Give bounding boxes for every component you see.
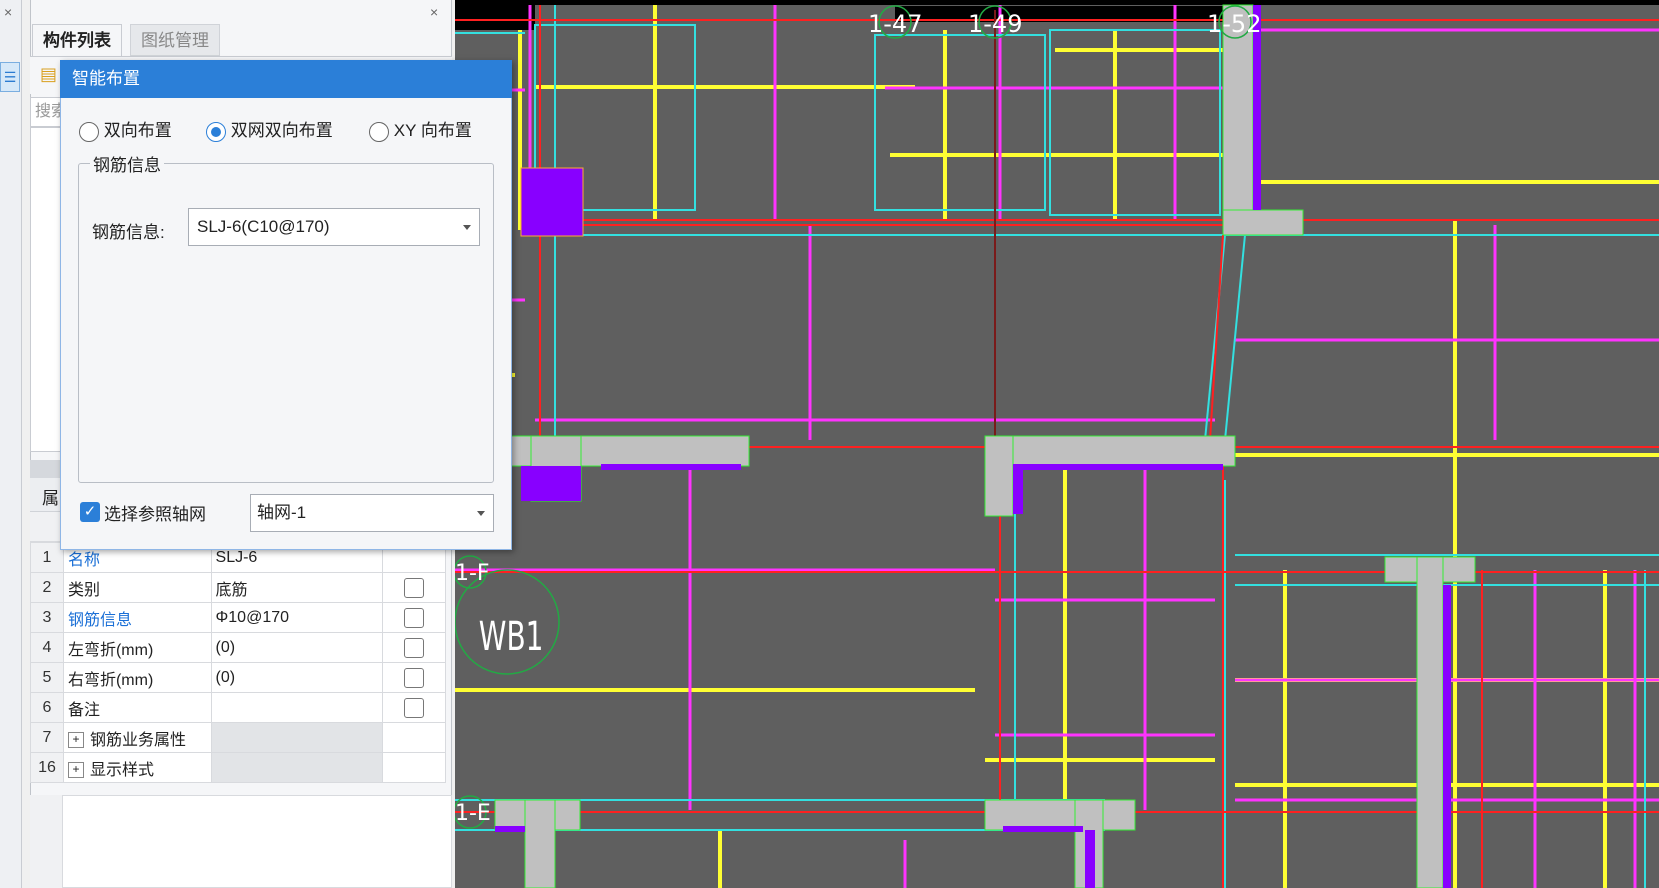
property-extra bbox=[382, 572, 446, 603]
list-view-icon[interactable]: ☰ bbox=[0, 62, 20, 92]
radio-label: 双向布置 bbox=[103, 121, 172, 140]
radio-label: XY 向布置 bbox=[393, 121, 472, 140]
radio-xy[interactable]: XY 向布置 bbox=[369, 116, 472, 142]
radio-icon[interactable] bbox=[79, 121, 99, 142]
radio-selected-icon[interactable] bbox=[206, 121, 226, 142]
dialog-title[interactable]: 智能布置 bbox=[60, 60, 512, 98]
property-value[interactable]: (0) bbox=[210, 662, 384, 693]
reference-axis-label: 选择参照轴网 bbox=[104, 505, 206, 524]
chevron-down-icon[interactable] bbox=[477, 511, 485, 516]
checkbox[interactable] bbox=[404, 577, 425, 598]
property-group[interactable]: + 显示样式 bbox=[62, 752, 212, 783]
checkbox[interactable] bbox=[404, 607, 425, 628]
row-number: 1 bbox=[30, 542, 64, 573]
plus-icon[interactable]: + bbox=[67, 762, 84, 779]
properties-table: 1 名称 SLJ-6 2 类别 底筋 3 钢筋信息 Φ10@170 4 左弯折(… bbox=[30, 542, 446, 783]
rebar-info-select[interactable]: SLJ-6(C10@170) bbox=[188, 208, 480, 246]
properties-title: 属 bbox=[42, 489, 59, 508]
row-number: 4 bbox=[30, 632, 64, 663]
axis-label: 1-52 bbox=[1207, 10, 1261, 38]
property-name: 右弯折(mm) bbox=[62, 662, 212, 693]
rebar-info-value: SLJ-6(C10@170) bbox=[197, 217, 330, 236]
property-value[interactable]: 底筋 bbox=[210, 572, 384, 603]
row-number: 3 bbox=[30, 602, 64, 633]
checkbox[interactable] bbox=[404, 697, 425, 718]
chevron-down-icon[interactable] bbox=[463, 225, 471, 230]
new-component-icon[interactable]: ▤ bbox=[40, 64, 57, 85]
radio-icon[interactable] bbox=[369, 121, 389, 142]
close-icon[interactable]: × bbox=[4, 4, 12, 20]
property-extra bbox=[382, 722, 446, 753]
property-extra bbox=[382, 632, 446, 663]
table-row[interactable]: 2 类别 底筋 bbox=[30, 572, 446, 603]
close-icon[interactable]: × bbox=[430, 4, 438, 20]
row-number: 5 bbox=[30, 662, 64, 693]
property-name: 显示样式 bbox=[89, 761, 154, 779]
table-row[interactable]: 6 备注 bbox=[30, 692, 446, 723]
checkbox[interactable] bbox=[404, 667, 425, 688]
property-name: 左弯折(mm) bbox=[62, 632, 212, 663]
slab-label: WB1 bbox=[479, 614, 544, 660]
row-number: 6 bbox=[30, 692, 64, 723]
property-value[interactable]: (0) bbox=[210, 632, 384, 663]
radio-label: 双网双向布置 bbox=[230, 121, 333, 140]
row-number: 16 bbox=[30, 752, 64, 783]
property-extra bbox=[382, 662, 446, 693]
table-row[interactable]: 7 + 钢筋业务属性 bbox=[30, 722, 446, 753]
property-extra bbox=[382, 692, 446, 723]
properties-number-column bbox=[30, 795, 63, 888]
property-group[interactable]: + 钢筋业务属性 bbox=[62, 722, 212, 753]
cad-drawing-canvas[interactable]: 1-47 1-49 1-52 1-F 1-E WB1 bbox=[455, 0, 1659, 888]
rebar-info-label: 钢筋信息: bbox=[92, 223, 165, 242]
left-dock-strip bbox=[0, 0, 22, 888]
radio-bidirectional[interactable]: 双向布置 bbox=[79, 116, 172, 142]
property-name: 类别 bbox=[62, 572, 212, 603]
plus-icon[interactable]: + bbox=[67, 732, 84, 749]
table-row[interactable]: 3 钢筋信息 Φ10@170 bbox=[30, 602, 446, 633]
group-title: 钢筋信息 bbox=[90, 151, 164, 176]
property-name: 备注 bbox=[62, 692, 212, 723]
table-row[interactable]: 16 + 显示样式 bbox=[30, 752, 446, 783]
property-name: 钢筋信息 bbox=[62, 602, 212, 633]
axis-grid-select[interactable]: 轴网-1 bbox=[250, 494, 494, 532]
axis-label: 1-E bbox=[455, 801, 491, 826]
cad-drawing[interactable]: 1-47 1-49 1-52 1-F 1-E WB1 bbox=[455, 0, 1659, 888]
axis-label: 1-F bbox=[455, 561, 490, 586]
reference-axis-checkbox[interactable]: ✓ bbox=[80, 502, 100, 522]
property-value bbox=[210, 722, 384, 753]
checkbox[interactable] bbox=[404, 637, 425, 658]
axis-grid-value: 轴网-1 bbox=[257, 503, 307, 522]
property-name: 钢筋业务属性 bbox=[89, 731, 186, 749]
property-extra bbox=[382, 602, 446, 633]
property-value[interactable] bbox=[210, 692, 384, 723]
row-number: 7 bbox=[30, 722, 64, 753]
tab-component-list[interactable]: 构件列表 bbox=[32, 24, 122, 56]
properties-empty-area bbox=[30, 795, 452, 888]
row-number: 2 bbox=[30, 572, 64, 603]
table-row[interactable]: 5 右弯折(mm) (0) bbox=[30, 662, 446, 693]
axis-label: 1-47 bbox=[868, 10, 922, 38]
tab-drawing-manage[interactable]: 图纸管理 bbox=[130, 24, 220, 56]
axis-label: 1-49 bbox=[968, 10, 1022, 38]
property-value[interactable]: Φ10@170 bbox=[210, 602, 384, 633]
table-row[interactable]: 4 左弯折(mm) (0) bbox=[30, 632, 446, 663]
property-value bbox=[210, 752, 384, 783]
property-extra bbox=[382, 752, 446, 783]
radio-dual-net[interactable]: 双网双向布置 bbox=[206, 116, 333, 142]
